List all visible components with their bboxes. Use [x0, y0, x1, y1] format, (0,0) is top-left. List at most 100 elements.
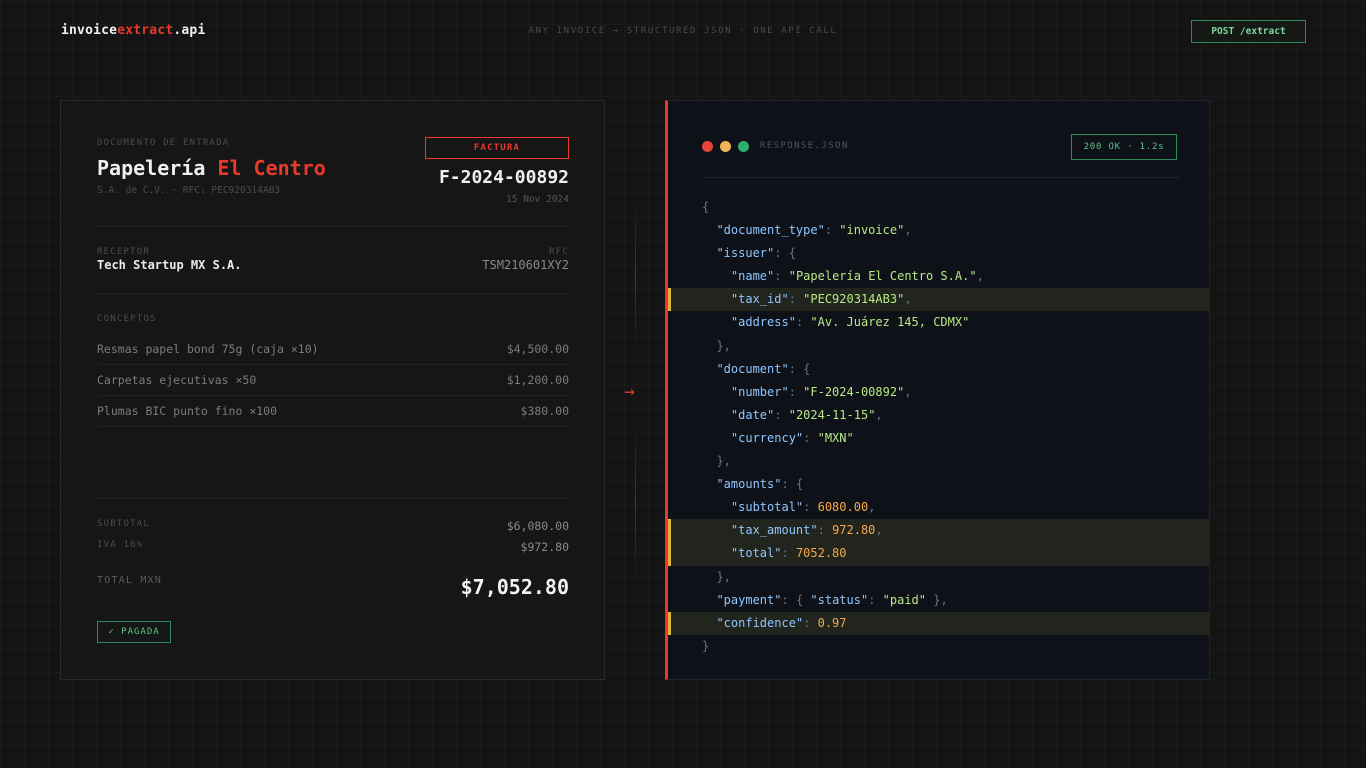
json-punctuation: ,	[868, 500, 875, 514]
json-line: "address": "Av. Juárez 145, CDMX"	[668, 311, 1210, 334]
json-punctuation: :	[781, 546, 795, 560]
tax-row: IVA 16% $972.80	[97, 540, 569, 554]
json-string-value: "Av. Juárez 145, CDMX"	[810, 315, 969, 329]
json-string-value: "invoice"	[839, 223, 904, 237]
document-type-badge: FACTURA	[425, 137, 569, 159]
json-key: "name"	[731, 269, 774, 283]
json-punctuation: {	[702, 200, 709, 214]
json-punctuation: ,	[875, 523, 882, 537]
line-item-amount: $380.00	[521, 404, 569, 418]
json-punctuation: {	[796, 593, 810, 607]
json-punctuation: :	[868, 593, 882, 607]
subtotal-row: SUBTOTAL $6,080.00	[97, 519, 569, 533]
json-string-value: "PEC920314AB3"	[803, 292, 904, 306]
json-key: "document"	[716, 362, 788, 376]
json-line: }	[668, 635, 1210, 658]
rfc-value: TSM210601XY2	[482, 258, 569, 272]
json-string-value: "paid"	[883, 593, 926, 607]
json-code-block: { "document_type": "invoice", "issuer": …	[668, 196, 1210, 658]
json-line: "document": {	[668, 358, 1210, 381]
json-string-value: "Papelería El Centro S.A."	[789, 269, 977, 283]
json-key: "issuer"	[716, 246, 774, 260]
minimize-dot-icon[interactable]	[720, 141, 731, 152]
json-punctuation: :	[774, 408, 788, 422]
json-line: "number": "F-2024-00892",	[668, 381, 1210, 404]
line-item: Carpetas ejecutivas ×50 $1,200.00	[97, 365, 569, 396]
json-line: },	[668, 450, 1210, 473]
json-key: "confidence"	[716, 616, 803, 630]
issuer-name-accent: El Centro	[217, 156, 325, 180]
json-punctuation: ,	[875, 408, 882, 422]
json-number-value: 0.97	[818, 616, 847, 630]
divider	[97, 498, 569, 499]
divider	[702, 177, 1179, 178]
json-line-highlighted: "tax_amount": 972.80,	[668, 519, 1210, 542]
json-punctuation: :	[803, 431, 817, 445]
json-key: "status"	[810, 593, 868, 607]
json-line: "payment": { "status": "paid" },	[668, 589, 1210, 612]
document-content: DOCUMENTO DE ENTRADA Papelería El Centro…	[97, 101, 569, 679]
connector-line	[635, 195, 636, 355]
json-punctuation: ,	[977, 269, 984, 283]
line-item-description: Resmas papel bond 75g (caja ×10)	[97, 342, 319, 356]
line-item: Resmas papel bond 75g (caja ×10) $4,500.…	[97, 334, 569, 365]
close-dot-icon[interactable]	[702, 141, 713, 152]
json-number-value: 7052.80	[796, 546, 847, 560]
total-label: TOTAL MXN	[97, 575, 162, 599]
json-punctuation: :	[818, 523, 832, 537]
arrow-right-icon: →	[624, 381, 635, 402]
http-status-badge: 200 OK · 1.2s	[1071, 134, 1177, 160]
concepts-label: CONCEPTOS	[97, 314, 157, 324]
json-key: "address"	[731, 315, 796, 329]
receptor-name: Tech Startup MX S.A.	[97, 258, 242, 272]
json-punctuation: :	[781, 593, 795, 607]
json-punctuation: :	[796, 315, 810, 329]
invoice-date: 15 Nov 2024	[506, 194, 569, 205]
json-punctuation: ,	[904, 385, 911, 399]
document-section-label: DOCUMENTO DE ENTRADA	[97, 138, 229, 148]
tagline: ANY INVOICE → STRUCTURED JSON · ONE API …	[0, 26, 1366, 36]
response-file-title: RESPONSE.JSON	[760, 141, 849, 151]
line-item-amount: $4,500.00	[507, 342, 569, 356]
json-key: "document_type"	[716, 223, 824, 237]
line-item: Plumas BIC punto fino ×100 $380.00	[97, 396, 569, 427]
json-punctuation: ,	[904, 223, 911, 237]
json-key: "currency"	[731, 431, 803, 445]
window-controls	[702, 141, 749, 152]
subtotal-label: SUBTOTAL	[97, 519, 150, 533]
json-punctuation: :	[803, 500, 817, 514]
json-punctuation: {	[803, 362, 810, 376]
total-value: $7,052.80	[461, 575, 569, 599]
json-punctuation: :	[789, 292, 803, 306]
json-punctuation: },	[716, 339, 730, 353]
json-punctuation: :	[803, 616, 817, 630]
endpoint-button[interactable]: POST /extract	[1191, 20, 1306, 43]
json-line-highlighted: "confidence": 0.97	[668, 612, 1210, 635]
line-item-amount: $1,200.00	[507, 373, 569, 387]
json-line: },	[668, 335, 1210, 358]
json-line-highlighted: "tax_id": "PEC920314AB3",	[668, 288, 1210, 311]
total-row: TOTAL MXN $7,052.80	[97, 575, 569, 599]
top-bar: invoiceextract.api ANY INVOICE → STRUCTU…	[0, 0, 1366, 64]
input-document-panel: DOCUMENTO DE ENTRADA Papelería El Centro…	[60, 100, 605, 680]
json-key: "number"	[731, 385, 789, 399]
receptor-label: RECEPTOR	[97, 247, 150, 257]
maximize-dot-icon[interactable]	[738, 141, 749, 152]
json-key: "amounts"	[716, 477, 781, 491]
json-line: "issuer": {	[668, 242, 1210, 265]
line-item-description: Plumas BIC punto fino ×100	[97, 404, 277, 418]
json-string-value: "F-2024-00892"	[803, 385, 904, 399]
json-punctuation: {	[796, 477, 803, 491]
json-punctuation: :	[825, 223, 839, 237]
json-string-value: "2024-11-15"	[789, 408, 876, 422]
json-line: "subtotal": 6080.00,	[668, 496, 1210, 519]
divider	[97, 293, 569, 294]
json-punctuation: :	[789, 385, 803, 399]
json-punctuation: :	[781, 477, 795, 491]
json-key: "tax_amount"	[731, 523, 818, 537]
json-key: "date"	[731, 408, 774, 422]
json-punctuation: ,	[904, 292, 911, 306]
json-key: "subtotal"	[731, 500, 803, 514]
json-punctuation: },	[716, 454, 730, 468]
json-number-value: 972.80	[832, 523, 875, 537]
